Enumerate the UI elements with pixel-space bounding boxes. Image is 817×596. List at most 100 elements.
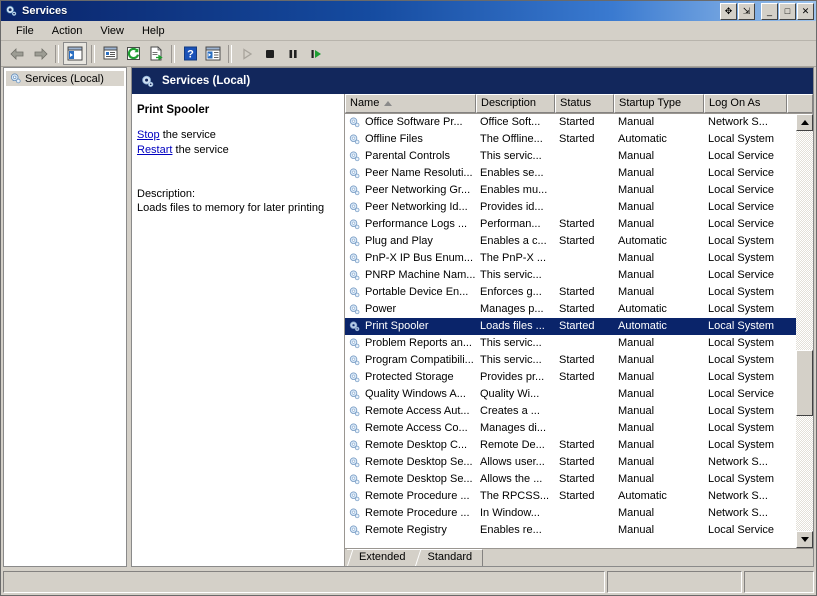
service-startup-type-cell: Manual — [618, 184, 655, 196]
refresh-button[interactable] — [122, 43, 144, 64]
table-row[interactable]: Peer Networking Id... Provides id... Manua… — [345, 199, 796, 216]
console-tree-pane: Services (Local) — [3, 67, 127, 567]
scroll-up-button[interactable] — [796, 114, 813, 131]
scrollbar-track[interactable] — [796, 131, 813, 531]
window-controls: ✥ ⇲ _ □ ✕ — [720, 2, 814, 20]
services-gear-icon — [10, 73, 21, 84]
service-gear-icon — [349, 168, 360, 179]
table-row[interactable]: Protected Storage Provides pr... Started Ma… — [345, 369, 796, 386]
restore-down-button[interactable]: ⇲ — [738, 2, 755, 20]
column-header-label: Name — [350, 97, 380, 109]
help-button[interactable]: ? — [179, 43, 201, 64]
table-row[interactable]: Remote Access Aut... Creates a ... Manual L… — [345, 403, 796, 420]
table-row[interactable]: Office Software Pr... Office Soft... Start… — [345, 114, 796, 131]
menu-view[interactable]: View — [91, 23, 133, 39]
scroll-down-button[interactable] — [796, 531, 813, 548]
table-row[interactable]: Remote Registry Enables re... Manual Local … — [345, 522, 796, 539]
scrollbar-thumb[interactable] — [796, 350, 813, 416]
column-description[interactable]: Description — [476, 94, 555, 113]
service-startup-type-cell: Manual — [618, 252, 655, 264]
table-row[interactable]: Plug and Play Enables a c... Started Automa… — [345, 233, 796, 250]
stop-service-button[interactable] — [259, 43, 281, 64]
restart-service-link[interactable]: Restart — [137, 144, 172, 156]
service-name-label: Peer Name Resoluti... — [365, 167, 473, 179]
service-logon-cell: Local Service — [708, 184, 775, 196]
table-row[interactable]: Peer Name Resoluti... Enables se... Manual… — [345, 165, 796, 182]
start-service-button[interactable] — [236, 43, 258, 64]
table-row[interactable]: Quality Windows A... Quality Wi... Manual L… — [345, 386, 796, 403]
service-logon-cell: Network S... — [708, 507, 768, 519]
service-gear-icon — [349, 253, 360, 264]
table-row[interactable]: Remote Access Co... Manages di... Manual Lo… — [345, 420, 796, 437]
service-name-cell: Peer Networking Gr... — [345, 182, 476, 199]
table-row[interactable]: Offline Files The Offline... Started Automa… — [345, 131, 796, 148]
service-name-cell: Remote Procedure ... — [345, 488, 476, 505]
service-description-cell: Manages di... — [480, 422, 547, 434]
table-row[interactable]: Print Spooler Loads files ... Started Autom… — [345, 318, 796, 335]
export-list-button[interactable] — [145, 43, 167, 64]
service-name-label: Performance Logs ... — [365, 218, 468, 230]
restart-service-line: Restart the service — [137, 143, 336, 157]
service-startup-type-cell: Manual — [618, 116, 655, 128]
table-row[interactable]: Remote Procedure ... The RPCSS... Started A… — [345, 488, 796, 505]
show-hide-tree-button[interactable] — [63, 42, 87, 65]
column-startup-type[interactable]: Startup Type — [614, 94, 704, 113]
column-spacer[interactable] — [787, 94, 813, 113]
service-name-cell: Remote Procedure ... — [345, 505, 476, 522]
table-row[interactable]: Remote Desktop C... Remote De... Started Ma… — [345, 437, 796, 454]
column-name[interactable]: Name — [345, 94, 476, 113]
menu-action[interactable]: Action — [43, 23, 92, 39]
service-startup-type-cell: Manual — [618, 337, 655, 349]
table-row[interactable]: Problem Reports an... This servic... Manua… — [345, 335, 796, 352]
service-name-label: Print Spooler — [365, 320, 429, 332]
table-row[interactable]: Remote Desktop Se... Allows the ... Starte… — [345, 471, 796, 488]
stop-service-link[interactable]: Stop — [137, 129, 160, 141]
service-description-cell: Allows the ... — [480, 473, 543, 485]
service-name-cell: Parental Controls — [345, 148, 476, 165]
minimize-button[interactable]: _ — [761, 2, 778, 20]
properties-button[interactable] — [99, 43, 121, 64]
details-pane-body: Print Spooler Stop the service Restart t… — [132, 94, 813, 566]
table-row[interactable]: Remote Procedure ... In Window... Manual Ne… — [345, 505, 796, 522]
tree-item-services-local[interactable]: Services (Local) — [6, 71, 124, 86]
service-name-cell: Protected Storage — [345, 369, 476, 386]
service-status-cell — [555, 199, 614, 216]
close-button[interactable]: ✕ — [797, 2, 814, 20]
column-status[interactable]: Status — [555, 94, 614, 113]
details-pane-title: Services (Local) — [162, 75, 251, 87]
service-startup-type-cell: Automatic — [618, 133, 667, 145]
content-area: Services (Local) Services (Local) Print … — [3, 67, 814, 567]
restart-service-button[interactable] — [305, 43, 327, 64]
service-description-cell: Enables a c... — [480, 235, 547, 247]
service-name-cell: Remote Desktop Se... — [345, 454, 476, 471]
back-button[interactable] — [6, 43, 28, 64]
forward-arrow-icon — [34, 47, 48, 60]
menu-help[interactable]: Help — [133, 23, 174, 39]
table-row[interactable]: Performance Logs ... Performan... Started M… — [345, 216, 796, 233]
tab-standard[interactable]: Standard — [415, 549, 484, 566]
table-row[interactable]: PNRP Machine Nam... This servic... Manual L… — [345, 267, 796, 284]
column-log-on-as[interactable]: Log On As — [704, 94, 787, 113]
move-window-button[interactable]: ✥ — [720, 2, 737, 20]
pause-service-button[interactable] — [282, 43, 304, 64]
maximize-button[interactable]: □ — [779, 2, 796, 20]
tab-extended[interactable]: Extended — [347, 549, 417, 566]
forward-button[interactable] — [29, 43, 51, 64]
table-row[interactable]: Parental Controls This servic... Manual Loc… — [345, 148, 796, 165]
view-button[interactable] — [202, 43, 224, 64]
vertical-scrollbar[interactable] — [796, 114, 813, 548]
service-startup-type-cell: Manual — [618, 456, 655, 468]
table-row[interactable]: Program Compatibili... This servic... Star… — [345, 352, 796, 369]
table-row[interactable]: PnP-X IP Bus Enum... The PnP-X ... Manual L… — [345, 250, 796, 267]
table-row[interactable]: Remote Desktop Se... Allows user... Starte… — [345, 454, 796, 471]
table-row[interactable]: Power Manages p... Started Automatic Local S… — [345, 301, 796, 318]
service-name-label: Protected Storage — [365, 371, 454, 383]
menu-file[interactable]: File — [7, 23, 43, 39]
column-header-label: Status — [560, 97, 592, 109]
service-gear-icon — [349, 372, 360, 383]
table-row[interactable]: Portable Device En... Enforces g... Starte… — [345, 284, 796, 301]
service-status-cell — [555, 386, 614, 403]
table-row[interactable]: Peer Networking Gr... Enables mu... Manual… — [345, 182, 796, 199]
export-list-icon — [150, 46, 163, 61]
service-gear-icon — [349, 338, 360, 349]
